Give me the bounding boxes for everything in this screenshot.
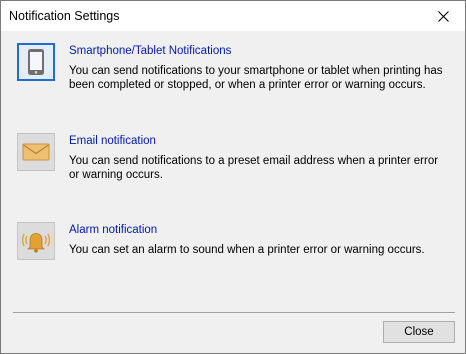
alarm-notification-description: You can set an alarm to sound when a pri… <box>69 244 425 256</box>
notification-settings-dialog: Notification Settings Smartphone/Tablet … <box>0 0 466 354</box>
alarm-notification-link[interactable]: Alarm notification <box>69 224 157 236</box>
option-email: Email notification You can send notifica… <box>17 133 457 189</box>
close-x-icon <box>437 10 449 22</box>
smartphone-tablet-description: You can send notifications to your smart… <box>69 65 443 91</box>
email-notification-description: You can send notifications to a preset e… <box>69 155 439 181</box>
close-window-button[interactable] <box>421 1 465 31</box>
option-smartphone-tablet: Smartphone/Tablet Notifications You can … <box>17 43 457 99</box>
email-notification-link[interactable]: Email notification <box>69 135 156 147</box>
footer-divider <box>13 312 455 313</box>
title-bar: Notification Settings <box>1 1 465 31</box>
envelope-icon <box>22 143 50 161</box>
smartphone-tablet-option-button[interactable] <box>17 43 55 81</box>
smartphone-tablet-notifications-link[interactable]: Smartphone/Tablet Notifications <box>69 45 231 57</box>
close-button[interactable]: Close <box>383 321 455 343</box>
email-notification-option-button[interactable] <box>17 133 55 171</box>
alarm-bell-icon <box>22 233 50 253</box>
option-alarm: Alarm notification You can set an alarm … <box>17 222 457 278</box>
dialog-title: Notification Settings <box>9 9 120 23</box>
alarm-notification-option-button[interactable] <box>17 222 55 260</box>
smartphone-icon <box>28 49 44 75</box>
